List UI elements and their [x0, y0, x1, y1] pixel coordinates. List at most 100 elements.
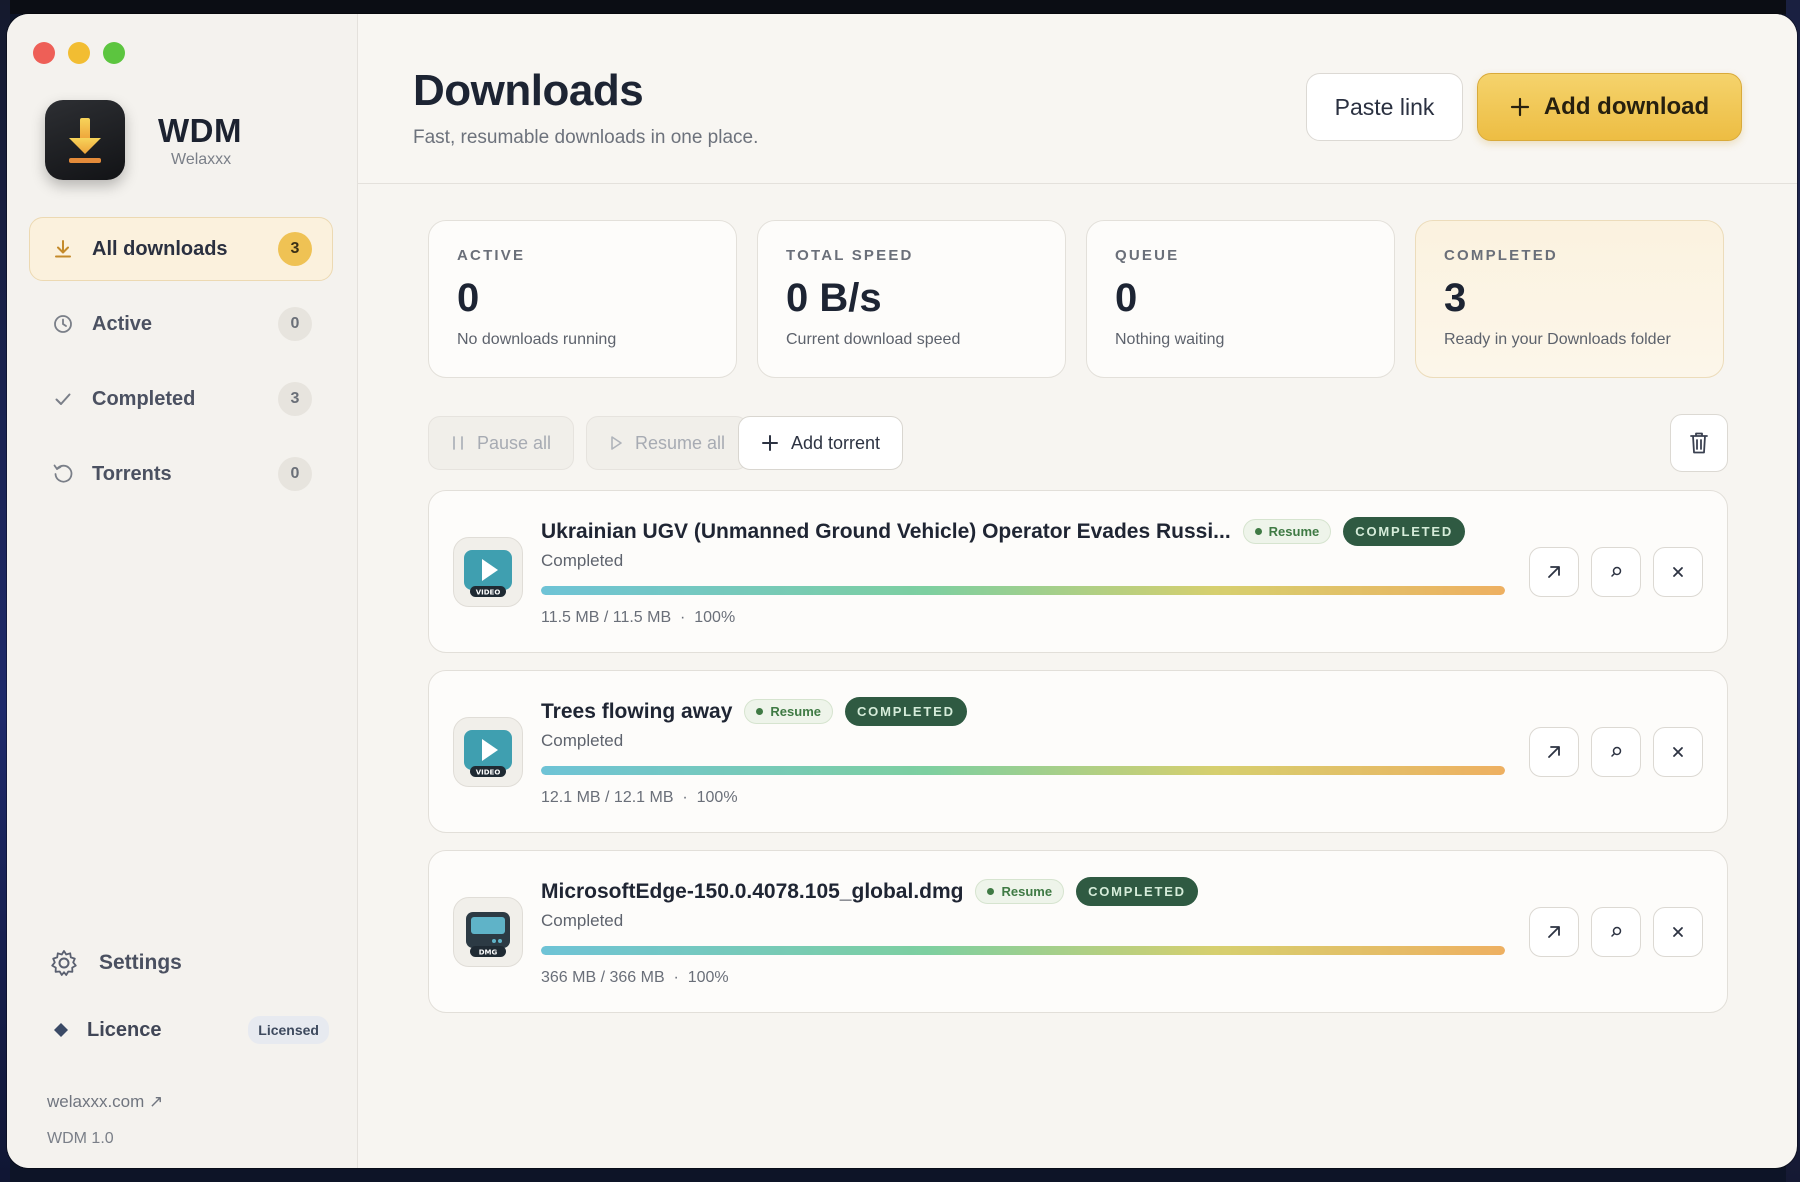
paste-link-button[interactable]: Paste link — [1306, 73, 1463, 141]
resume-pill: Resume — [975, 879, 1065, 904]
stat-value: 0 — [1115, 276, 1138, 320]
page-subtitle: Fast, resumable downloads in one place. — [413, 127, 759, 148]
stat-value: 0 — [457, 276, 480, 320]
stat-card-total-speed: TOTAL SPEED 0 B/s Current download speed — [757, 220, 1066, 378]
download-row[interactable]: VIDEO Trees flowing away Resume COMPLETE… — [428, 670, 1728, 833]
row-actions — [1529, 907, 1703, 957]
remove-download-button[interactable] — [1653, 547, 1703, 597]
download-status: Completed — [541, 731, 624, 750]
clock-icon — [52, 313, 74, 335]
resume-all-label: Resume all — [635, 432, 726, 453]
sidebar-item-label: Completed — [92, 387, 196, 410]
download-row[interactable]: DMG MicrosoftEdge-150.0.4078.105_global.… — [428, 850, 1728, 1013]
stat-description: No downloads running — [457, 331, 617, 348]
sidebar-item-label: Torrents — [92, 462, 172, 485]
progress-bar — [541, 586, 1505, 595]
settings-label: Settings — [99, 951, 182, 974]
window-controls — [33, 42, 125, 64]
close-window-button[interactable] — [33, 42, 55, 64]
sidebar-nav: All downloads 3 Active 0 Completed 3 Tor… — [29, 217, 333, 517]
show-in-folder-button[interactable] — [1591, 907, 1641, 957]
pause-all-label: Pause all — [477, 432, 552, 453]
stat-value: 3 — [1444, 276, 1467, 320]
download-arrow-icon — [69, 118, 101, 163]
add-download-button[interactable]: Add download — [1477, 73, 1742, 141]
show-in-folder-button[interactable] — [1591, 547, 1641, 597]
website-link[interactable]: welaxxx.com ↗ — [47, 1092, 163, 1112]
stat-card-queue: QUEUE 0 Nothing waiting — [1086, 220, 1395, 378]
remove-download-button[interactable] — [1653, 907, 1703, 957]
minimize-window-button[interactable] — [68, 42, 90, 64]
row-actions — [1529, 547, 1703, 597]
download-size: 366 MB / 366 MB · 100% — [541, 969, 729, 986]
stat-card-completed: COMPLETED 3 Ready in your Downloads fold… — [1415, 220, 1724, 378]
app-subtitle: Welaxxx — [171, 151, 232, 168]
settings-button[interactable]: Settings — [49, 948, 182, 978]
file-type-label: VIDEO — [476, 589, 501, 597]
sidebar-item-label: Active — [92, 312, 153, 335]
progress-fill — [541, 946, 1505, 955]
arrow-up-right-icon — [1548, 566, 1560, 578]
open-file-button[interactable] — [1529, 547, 1579, 597]
page-header: Downloads Fast, resumable downloads in o… — [358, 14, 1797, 184]
licence-item[interactable]: Licence Licensed — [53, 1016, 329, 1044]
resume-pill: Resume — [744, 699, 833, 724]
sidebar-item-all-downloads[interactable]: All downloads 3 — [29, 217, 333, 281]
progress-fill — [541, 586, 1505, 595]
download-title: MicrosoftEdge-150.0.4078.105_global.dmg — [541, 879, 964, 903]
stat-label: COMPLETED — [1444, 247, 1558, 264]
trash-icon — [1690, 432, 1708, 454]
download-size: 11.5 MB / 11.5 MB · 100% — [541, 609, 736, 626]
file-type-label: VIDEO — [476, 769, 501, 777]
remove-download-button[interactable] — [1653, 727, 1703, 777]
stat-label: TOTAL SPEED — [786, 247, 914, 264]
open-file-button[interactable] — [1529, 727, 1579, 777]
count-badge: 0 — [278, 457, 312, 491]
count-badge: 0 — [278, 307, 312, 341]
search-icon — [1611, 926, 1622, 937]
arrow-up-right-icon — [1548, 746, 1560, 758]
download-row[interactable]: VIDEO Ukrainian UGV (Unmanned Ground Veh… — [428, 490, 1728, 653]
add-torrent-button[interactable]: Add torrent — [738, 416, 904, 470]
zoom-window-button[interactable] — [103, 42, 125, 64]
show-in-folder-button[interactable] — [1591, 727, 1641, 777]
disk-image-file-icon: DMG — [453, 897, 523, 967]
play-icon — [611, 436, 622, 450]
clear-list-button[interactable] — [1670, 414, 1728, 472]
stat-description: Current download speed — [786, 331, 961, 348]
diamond-icon — [54, 1023, 68, 1037]
sidebar-item-torrents[interactable]: Torrents 0 — [29, 442, 333, 506]
licence-status-badge: Licensed — [248, 1016, 329, 1044]
sidebar: WDM Welaxxx All downloads 3 Active 0 Com… — [7, 14, 358, 1168]
count-badge: 3 — [278, 232, 312, 266]
plus-icon — [762, 435, 778, 451]
pause-icon — [453, 436, 463, 450]
check-icon — [52, 388, 74, 410]
stat-label: ACTIVE — [457, 247, 526, 264]
file-type-label: DMG — [479, 949, 498, 957]
search-icon — [1611, 566, 1622, 577]
download-title: Trees flowing away — [541, 699, 733, 723]
licence-label: Licence — [87, 1018, 162, 1041]
close-icon — [1673, 927, 1683, 937]
resume-all-button[interactable]: Resume all — [586, 416, 749, 470]
search-icon — [1611, 746, 1622, 757]
app-logo — [45, 100, 125, 180]
status-badge: COMPLETED — [844, 697, 967, 726]
open-file-button[interactable] — [1529, 907, 1579, 957]
stat-description: Ready in your Downloads folder — [1444, 331, 1671, 348]
download-size: 12.1 MB / 12.1 MB · 100% — [541, 789, 738, 806]
sidebar-item-active[interactable]: Active 0 — [29, 292, 333, 356]
stat-card-active: ACTIVE 0 No downloads running — [428, 220, 737, 378]
pause-all-button[interactable]: Pause all — [428, 416, 575, 470]
sidebar-item-completed[interactable]: Completed 3 — [29, 367, 333, 431]
video-file-icon: VIDEO — [453, 717, 523, 787]
progress-bar — [541, 766, 1505, 775]
add-torrent-label: Add torrent — [791, 432, 881, 453]
close-icon — [1673, 567, 1683, 577]
status-badge: COMPLETED — [1343, 517, 1466, 546]
stats-row: ACTIVE 0 No downloads running TOTAL SPEE… — [428, 220, 1724, 378]
add-download-label: Add download — [1543, 93, 1710, 120]
stat-description: Nothing waiting — [1115, 331, 1225, 348]
arrow-up-right-icon — [1548, 926, 1560, 938]
